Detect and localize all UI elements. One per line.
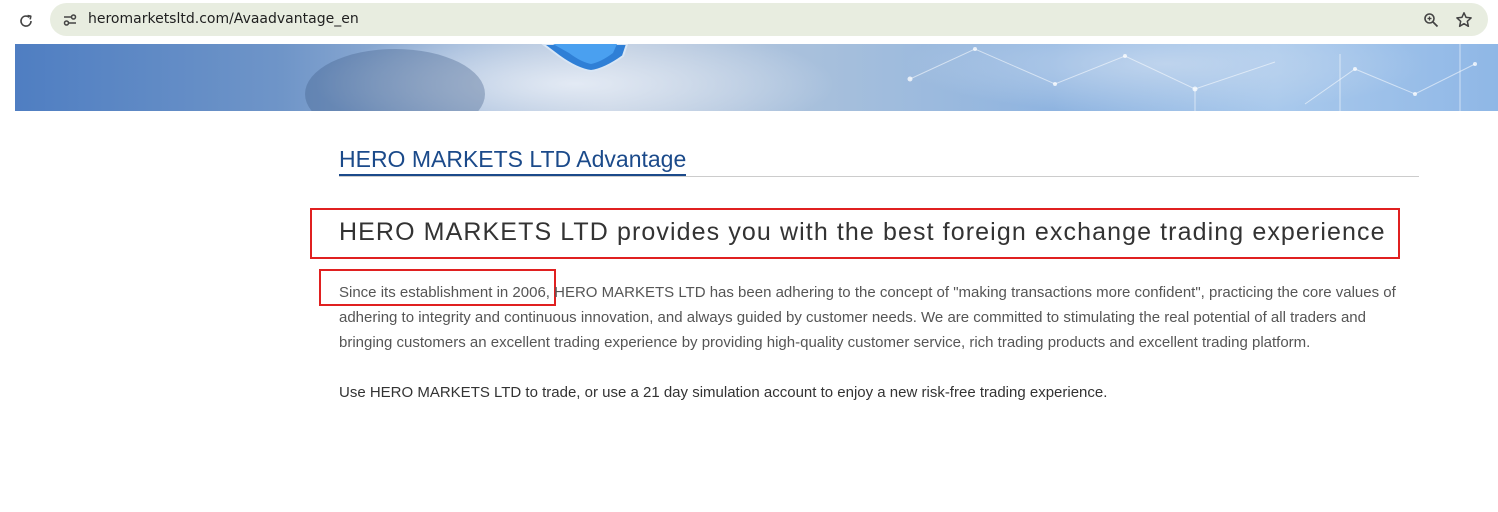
banner-artwork — [305, 44, 1477, 111]
bookmark-button[interactable] — [1452, 8, 1476, 32]
reload-button[interactable] — [14, 9, 38, 33]
browser-toolbar: heromarketsltd.com/Avaadvantage_en — [0, 0, 1498, 44]
section-title: HERO MARKETS LTD Advantage — [339, 145, 687, 176]
trade-cta-paragraph: Use HERO MARKETS LTD to trade, or use a … — [339, 384, 1108, 401]
star-icon — [1456, 12, 1472, 28]
zoom-icon — [1424, 13, 1439, 28]
headline: HERO MARKETS LTD provides you with the b… — [339, 218, 1386, 246]
reload-icon — [20, 14, 32, 27]
establishment-text: Since its establishment in 2006 — [339, 284, 546, 301]
site-settings-icon — [63, 14, 77, 26]
hero-banner — [15, 44, 1498, 111]
zoom-button[interactable] — [1420, 9, 1442, 31]
address-bar[interactable]: heromarketsltd.com/Avaadvantage_en — [50, 3, 1488, 36]
title-divider — [339, 176, 1419, 177]
url-text[interactable]: heromarketsltd.com/Avaadvantage_en — [88, 11, 359, 28]
site-info-button[interactable] — [59, 9, 81, 31]
intro-paragraph: Since its establishment in 2006, HERO MA… — [339, 280, 1399, 355]
